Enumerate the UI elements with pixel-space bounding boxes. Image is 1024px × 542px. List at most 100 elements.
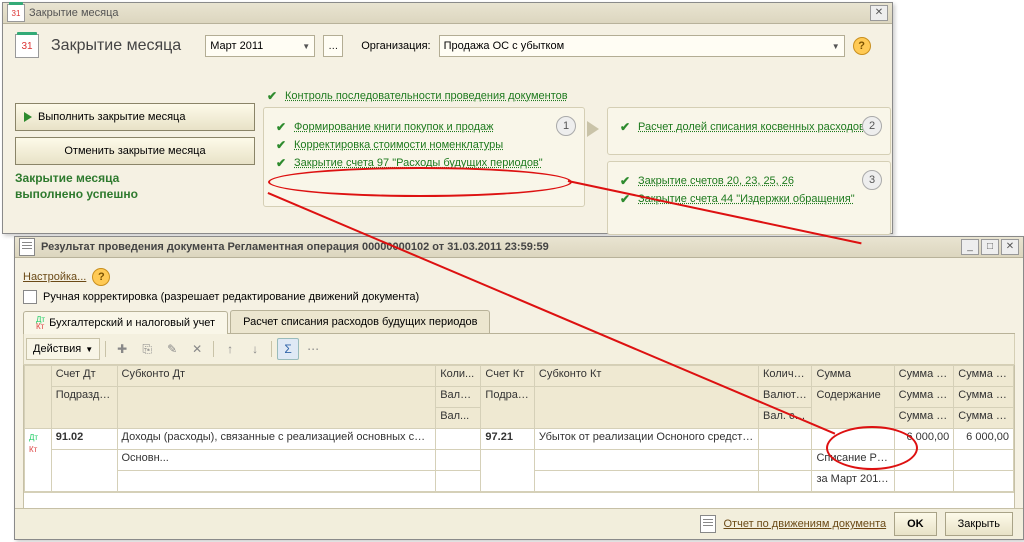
dtKt-icon: ДтКт: [29, 433, 38, 454]
check-icon: ✔: [618, 174, 632, 188]
help-icon[interactable]: ?: [92, 268, 110, 286]
close-button[interactable]: Закрыть: [945, 512, 1013, 536]
grid-toolbar: Действия ▼ ✚ ⎘ ✎ ✕ ↑ ↓ Σ ⋯: [23, 334, 1015, 365]
minimize-icon[interactable]: _: [961, 239, 979, 255]
page-title: Закрытие месяца: [51, 37, 181, 55]
document-icon: [700, 515, 716, 533]
titlebar[interactable]: Результат проведения документа Регламент…: [15, 237, 1023, 258]
stage-3-panel: 3 ✔ Закрытие счетов 20, 23, 25, 26 ✔ Закры…: [607, 161, 891, 235]
cell-sum: 6 000,00: [894, 429, 954, 450]
period-value: Март 2011: [210, 40, 263, 52]
cell-sum-nu: 6 000,00: [954, 429, 1014, 450]
dtKt-icon: ДтКт: [36, 316, 45, 330]
stage3-link2[interactable]: Закрытие счета 44 "Издержки обращения": [638, 193, 855, 205]
organization-select[interactable]: Продажа ОС с убытком ▼: [439, 35, 845, 57]
col-subdiv-kt[interactable]: Подраз...: [481, 387, 534, 429]
period-select[interactable]: Март 2011 ▼: [205, 35, 315, 57]
document-icon: [19, 238, 35, 256]
cell-sub-kt: Убыток от реализации Осноного средства: [534, 429, 758, 450]
status-text: Закрытие месяца выполнено успешно: [15, 171, 255, 202]
manual-correction-checkbox[interactable]: [23, 290, 37, 304]
col-sum-v[interactable]: Сумма В...: [954, 387, 1014, 408]
check-icon: ✔: [265, 89, 279, 103]
help-icon[interactable]: ?: [853, 37, 871, 55]
period-picker-button[interactable]: …: [323, 35, 343, 57]
close-icon[interactable]: ✕: [870, 5, 888, 21]
table-row[interactable]: ДтКт 91.02 Доходы (расходы), связанные с…: [25, 429, 1014, 450]
col-sum-v[interactable]: Сумма В...: [894, 408, 954, 429]
manual-correction-label: Ручная корректировка (разрешает редактир…: [43, 291, 419, 303]
check-icon: ✔: [274, 138, 288, 152]
stage-badge: 2: [862, 116, 882, 136]
col-subdiv-dt[interactable]: Подразде...: [51, 387, 117, 429]
tab-accounting[interactable]: ДтКт Бухгалтерский и налоговый учет: [23, 311, 228, 334]
stage-badge: 3: [862, 170, 882, 190]
close-icon[interactable]: ✕: [1001, 239, 1019, 255]
titlebar[interactable]: 31 Закрытие месяца ✕: [3, 3, 892, 24]
col-val-dt[interactable]: Вал...: [436, 408, 481, 429]
stage3-link1[interactable]: Закрытие счетов 20, 23, 25, 26: [638, 175, 794, 187]
ok-button[interactable]: OK: [894, 512, 937, 536]
stage-badge: 1: [556, 116, 576, 136]
control-sequence-link[interactable]: Контроль последовательности проведения д…: [285, 90, 568, 102]
delete-icon[interactable]: ✕: [186, 338, 208, 360]
cell-content2: за Март 2011 г.: [812, 471, 894, 492]
window-title: Закрытие месяца: [29, 7, 119, 19]
settings-link[interactable]: Настройка...: [23, 271, 86, 283]
check-icon: ✔: [618, 120, 632, 134]
stage1-link3[interactable]: Закрытие счета 97 "Расходы будущих перио…: [294, 157, 543, 169]
tab-writeoff-calc[interactable]: Расчет списания расходов будущих периодо…: [230, 310, 490, 333]
col-sum-nu[interactable]: Сумма Н...: [894, 366, 954, 387]
col-account-kt[interactable]: Счет Кт: [481, 366, 534, 387]
copy-icon[interactable]: ⎘: [136, 338, 158, 360]
col-subconto-dt[interactable]: Субконто Дт: [117, 366, 436, 387]
actions-menu[interactable]: Действия ▼: [26, 338, 100, 360]
move-down-icon[interactable]: ↓: [244, 338, 266, 360]
stage1-link2[interactable]: Корректировка стоимости номенклатуры: [294, 139, 503, 151]
tabs: ДтКт Бухгалтерский и налоговый учет Расч…: [23, 310, 1015, 334]
sum-icon[interactable]: Σ: [277, 338, 299, 360]
check-icon: ✔: [274, 120, 288, 134]
col-sum[interactable]: Сумма: [812, 366, 894, 387]
postings-grid[interactable]: Счет Дт Субконто Дт Коли... Счет Кт Субк…: [23, 365, 1015, 522]
col-sum-p[interactable]: Сумма П...: [954, 366, 1014, 387]
move-up-icon[interactable]: ↑: [219, 338, 241, 360]
calendar-icon: 31: [7, 4, 25, 22]
col-qty-dt[interactable]: Коли...: [436, 366, 481, 387]
arrow-right-icon: [587, 121, 599, 137]
movements-report-link[interactable]: Отчет по движениям документа: [724, 518, 887, 530]
org-value: Продажа ОС с убытком: [444, 40, 565, 52]
table-row[interactable]: Основн... Списание РБП: [25, 450, 1014, 471]
check-icon: ✔: [618, 192, 632, 206]
stage1-link1[interactable]: Формирование книги покупок и продаж: [294, 121, 494, 133]
document-result-window: Результат проведения документа Регламент…: [14, 236, 1024, 540]
cell-acc-kt: 97.21: [481, 429, 534, 450]
cell-sub-dt: Доходы (расходы), связанные с реализацие…: [117, 429, 436, 450]
chevron-down-icon: ▼: [832, 42, 840, 51]
chevron-down-icon: ▼: [302, 42, 310, 51]
cancel-closing-button[interactable]: Отменить закрытие месяца: [15, 137, 255, 165]
stage-2-panel: 2 ✔ Расчет долей списания косвенных расхо…: [607, 107, 891, 155]
window-title: Результат проведения документа Регламент…: [41, 241, 549, 253]
col-sum-v[interactable]: Сумма В...: [954, 408, 1014, 429]
execute-closing-button[interactable]: Выполнить закрытие месяца: [15, 103, 255, 131]
col-qty-kt[interactable]: Количе...: [758, 366, 811, 387]
col-sum-v[interactable]: Сумма В...: [894, 387, 954, 408]
footer: Отчет по движениям документа OK Закрыть: [15, 508, 1023, 539]
col-curr-kt[interactable]: Валюта...: [758, 387, 811, 408]
org-label: Организация:: [361, 40, 430, 52]
cell-content1: Списание РБП: [812, 450, 894, 471]
stage-1-panel: 1 ✔ Формирование книги покупок и продаж ✔…: [263, 107, 585, 207]
maximize-icon[interactable]: □: [981, 239, 999, 255]
add-icon[interactable]: ✚: [111, 338, 133, 360]
col-val-kt[interactable]: Вал. су...: [758, 408, 811, 429]
stage2-link1[interactable]: Расчет долей списания косвенных расходов: [638, 121, 865, 133]
col-account-dt[interactable]: Счет Дт: [51, 366, 117, 387]
col-curr-dt[interactable]: Валю...: [436, 387, 481, 408]
edit-icon[interactable]: ✎: [161, 338, 183, 360]
more-icon[interactable]: ⋯: [302, 338, 324, 360]
chevron-down-icon: ▼: [85, 345, 93, 354]
calendar-icon: 31: [15, 34, 39, 58]
col-subconto-kt[interactable]: Субконто Кт: [534, 366, 758, 387]
col-content[interactable]: Содержание: [812, 387, 894, 429]
